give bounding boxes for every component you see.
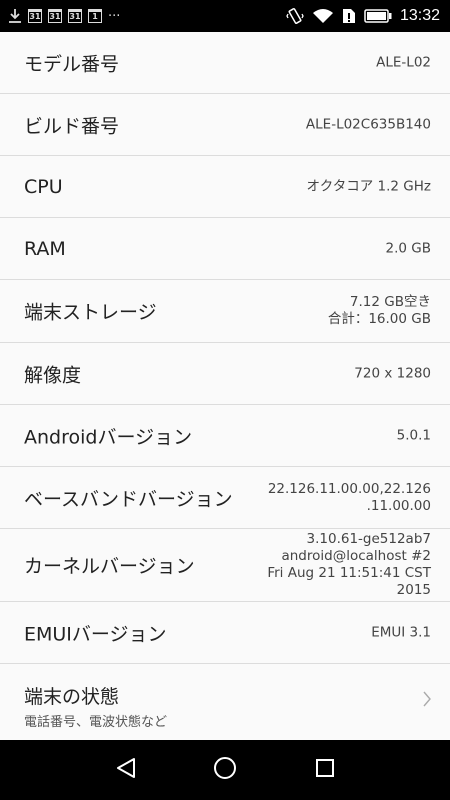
row-label: 解像度 xyxy=(24,364,82,386)
baseband-line: 22.126.11.00.00,22.126 xyxy=(267,480,431,497)
back-button[interactable] xyxy=(96,740,156,800)
row-value: ALE-L02 xyxy=(376,54,431,70)
row-value: 720 x 1280 xyxy=(354,365,431,381)
chevron-right-icon xyxy=(422,690,432,712)
row-label: ベースバンドバージョン xyxy=(24,488,233,510)
kernel-line: android@localhost #2 xyxy=(281,548,431,564)
row-value: 22.126.11.00.00,22.126 .11.00.00 xyxy=(268,481,431,515)
row-subtitle: 電話番号、電波状態など xyxy=(24,715,168,730)
back-icon xyxy=(115,757,137,783)
row-ram[interactable]: RAM 2.0 GB xyxy=(0,218,450,280)
battery-icon xyxy=(364,9,392,23)
row-emui-version[interactable]: EMUIバージョン EMUI 3.1 xyxy=(0,602,450,664)
calendar-icon: 31 xyxy=(68,9,82,23)
row-android-version[interactable]: Androidバージョン 5.0.1 xyxy=(0,405,450,467)
row-baseband-version[interactable]: ベースバンドバージョン 22.126.11.00.00,22.126 .11.0… xyxy=(0,467,450,529)
storage-total: 合計：16.00 GB xyxy=(327,311,431,327)
row-resolution[interactable]: 解像度 720 x 1280 xyxy=(0,343,450,405)
row-label: RAM xyxy=(24,237,66,260)
row-kernel-version[interactable]: カーネルバージョン 3.10.61-ge512ab7 android@local… xyxy=(0,529,450,602)
navigation-bar xyxy=(0,740,450,800)
status-bar: 31 31 31 1 ··· 13:32 xyxy=(0,0,450,32)
kernel-line: 3.10.61-ge512ab7 xyxy=(306,531,431,547)
about-phone-list: モデル番号 ALE-L02 ビルド番号 ALE-L02C635B140 CPU … xyxy=(0,32,450,736)
calendar-icon: 31 xyxy=(48,9,62,23)
home-icon xyxy=(213,756,237,784)
row-label: カーネルバージョン xyxy=(24,555,195,578)
download-icon xyxy=(8,8,22,24)
row-cpu[interactable]: CPU オクタコア 1.2 GHz xyxy=(0,156,450,218)
clock: 13:32 xyxy=(399,7,440,24)
row-value: EMUI 3.1 xyxy=(371,624,431,640)
wifi-icon xyxy=(312,8,334,24)
row-build-number[interactable]: ビルド番号 ALE-L02C635B140 xyxy=(0,94,450,156)
row-label: モデル番号 xyxy=(24,53,120,75)
baseband-line: .11.00.00 xyxy=(366,497,431,514)
row-value: 3.10.61-ge512ab7 android@localhost #2 Fr… xyxy=(267,531,431,599)
row-value: 7.12 GB空き 合計：16.00 GB xyxy=(328,294,431,328)
row-value: オクタコア 1.2 GHz xyxy=(306,178,431,194)
kernel-line: Fri Aug 21 11:51:41 CST xyxy=(267,565,431,581)
row-value: ALE-L02C635B140 xyxy=(305,116,431,132)
row-label: Androidバージョン xyxy=(24,426,193,448)
home-button[interactable] xyxy=(195,740,255,800)
more-icon: ··· xyxy=(108,8,121,24)
kernel-line: 2015 xyxy=(396,582,431,598)
row-value: 2.0 GB xyxy=(385,240,431,256)
row-label: EMUIバージョン xyxy=(24,623,167,645)
row-model-number[interactable]: モデル番号 ALE-L02 xyxy=(0,32,450,94)
row-label: CPU xyxy=(24,175,63,198)
sim-alert-icon xyxy=(342,8,356,24)
row-device-status[interactable]: 端末の状態 電話番号、電波状態など xyxy=(0,664,450,736)
calendar-icon: 31 xyxy=(28,9,42,23)
row-label: 端末の状態 xyxy=(24,686,120,708)
vibrate-icon xyxy=(286,7,304,25)
row-value: 5.0.1 xyxy=(396,427,431,443)
row-label: 端末ストレージ xyxy=(24,301,157,324)
row-storage[interactable]: 端末ストレージ 7.12 GB空き 合計：16.00 GB xyxy=(0,280,450,343)
row-label: ビルド番号 xyxy=(24,115,120,137)
recents-icon xyxy=(315,758,335,782)
storage-free: 7.12 GB空き xyxy=(349,294,431,310)
recents-button[interactable] xyxy=(295,740,355,800)
calendar-icon: 1 xyxy=(88,9,102,23)
